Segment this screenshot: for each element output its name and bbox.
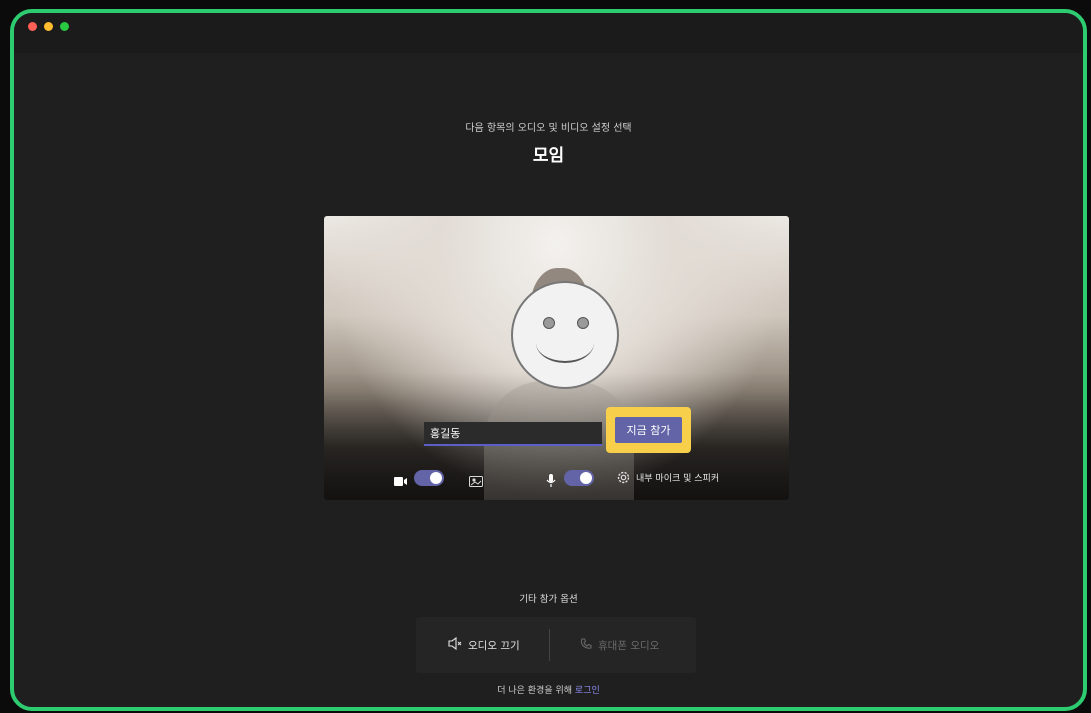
minimize-window-button[interactable] [44,22,53,31]
background-effects-icon[interactable] [469,472,483,491]
title-bar [14,13,1083,53]
phone-audio-option[interactable]: 휴대폰 오디오 [580,635,659,655]
signin-link[interactable]: 로그인 [575,686,600,696]
video-preview: 지금 참가 내부 마이크 및 스피커 [324,216,789,500]
display-name-input[interactable] [424,422,602,446]
audio-device-label[interactable]: 내부 마이크 및 스피커 [636,471,719,484]
face-cover-smiley [511,281,619,389]
page-title: 모임 [532,146,565,166]
camera-icon[interactable] [394,472,408,491]
microphone-toggle[interactable] [564,470,594,486]
gear-icon[interactable] [616,470,631,489]
camera-toggle[interactable] [414,470,444,486]
join-button-highlight: 지금 참가 [606,407,691,453]
smiley-mouth [536,323,594,363]
join-now-button[interactable]: 지금 참가 [615,417,682,443]
microphone-icon[interactable] [546,472,556,491]
close-window-button[interactable] [28,22,37,31]
options-divider [549,629,550,661]
signin-prefix: 더 나은 환경을 위해 [497,686,573,696]
signin-prompt: 더 나은 환경을 위해 로그인 [14,683,1083,696]
app-window: 다음 항목의 오디오 및 비디오 설정 선택 모임 지금 참가 [10,9,1087,711]
page-subtitle: 다음 항목의 오디오 및 비디오 설정 선택 [465,123,632,134]
maximize-window-button[interactable] [60,22,69,31]
audio-off-option[interactable]: 오디오 끄기 [448,635,520,655]
phone-audio-label: 휴대폰 오디오 [598,639,660,652]
other-join-options-title: 기타 참가 옵션 [519,594,578,605]
speaker-muted-icon [448,636,462,653]
phone-icon [580,638,592,653]
audio-off-label: 오디오 끄기 [468,639,520,652]
device-controls: 내부 마이크 및 스피커 [324,468,789,490]
other-join-options: 오디오 끄기 휴대폰 오디오 [416,617,696,673]
